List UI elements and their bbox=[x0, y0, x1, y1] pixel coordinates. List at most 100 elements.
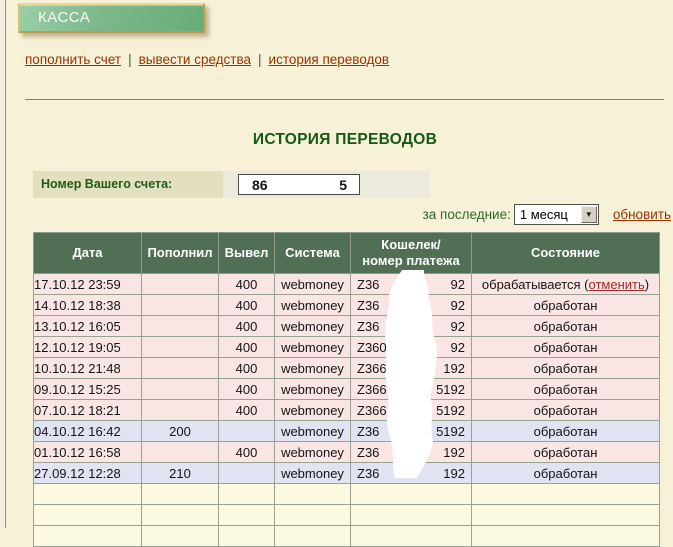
page-title: ИСТОРИЯ ПЕРЕВОДОВ bbox=[20, 131, 670, 149]
kassa-banner-title: КАССА bbox=[38, 9, 90, 26]
date-cell: 12.10.12 19:05 bbox=[34, 337, 142, 358]
status-cell: обработан bbox=[472, 442, 660, 463]
empty-cell bbox=[275, 505, 351, 526]
wallet-suffix: 192 bbox=[443, 361, 465, 376]
empty-cell bbox=[472, 505, 660, 526]
column-header-date: Дата bbox=[34, 233, 142, 274]
deposit-cell bbox=[142, 358, 219, 379]
transfer-history-table: Дата Пополнил Вывел Система Кошелек/ ном… bbox=[33, 232, 660, 547]
wallet-suffix: 92 bbox=[451, 277, 465, 292]
chevron-down-icon[interactable]: ▼ bbox=[581, 206, 597, 223]
status-cell: обработан bbox=[472, 379, 660, 400]
deposit-cell bbox=[142, 316, 219, 337]
empty-cell bbox=[275, 484, 351, 505]
horizontal-divider bbox=[25, 99, 664, 100]
table-row: 13.10.12 16:05400webmoneyZ3692обработан bbox=[34, 316, 660, 337]
empty-cell bbox=[34, 505, 142, 526]
wallet-suffix: 192 bbox=[443, 445, 465, 460]
status-cell: обработан bbox=[472, 358, 660, 379]
cancel-transfer-link[interactable]: отменить bbox=[589, 277, 645, 292]
empty-table-row bbox=[34, 526, 660, 547]
wallet-prefix: Z36 bbox=[357, 298, 379, 313]
date-cell: 09.10.12 15:25 bbox=[34, 379, 142, 400]
status-cell: обработан bbox=[472, 295, 660, 316]
wallet-cell: Z36 92 bbox=[351, 274, 472, 295]
table-row: 01.10.12 16:58400webmoneyZ36192обработан bbox=[34, 442, 660, 463]
column-header-deposit: Пополнил bbox=[142, 233, 219, 274]
system-cell: webmoney bbox=[275, 442, 351, 463]
status-cell: обработан bbox=[472, 316, 660, 337]
date-cell: 07.10.12 18:21 bbox=[34, 400, 142, 421]
withdraw-cell: 400 bbox=[219, 358, 275, 379]
account-number-field[interactable]: 86 5 bbox=[238, 174, 360, 195]
wallet-prefix: Z366 bbox=[357, 361, 387, 376]
status-cell: обработан bbox=[472, 337, 660, 358]
empty-cell bbox=[34, 484, 142, 505]
withdraw-cell: 400 bbox=[219, 337, 275, 358]
column-header-wallet: Кошелек/ номер платежа bbox=[351, 233, 472, 274]
wallet-suffix: 5192 bbox=[436, 403, 465, 418]
date-cell: 10.10.12 21:48 bbox=[34, 358, 142, 379]
nav-separator: | bbox=[258, 52, 262, 67]
history-table-body: 17.10.12 23:59400webmoneyZ3692обрабатыва… bbox=[34, 274, 660, 547]
table-row: 14.10.12 18:38400webmoneyZ3692обработан bbox=[34, 295, 660, 316]
deposit-cell: 200 bbox=[142, 421, 219, 442]
withdraw-cell: 400 bbox=[219, 400, 275, 421]
empty-cell bbox=[351, 505, 472, 526]
account-number-label: Номер Вашего счета: bbox=[33, 171, 223, 198]
date-cell: 01.10.12 16:58 bbox=[34, 442, 142, 463]
wallet-prefix: Z360 bbox=[357, 340, 387, 355]
account-number-suffix: 5 bbox=[339, 177, 347, 193]
system-cell: webmoney bbox=[275, 316, 351, 337]
nav-separator: | bbox=[128, 52, 132, 67]
status-cell: обработан bbox=[472, 463, 660, 484]
empty-cell bbox=[219, 526, 275, 547]
date-cell: 13.10.12 16:05 bbox=[34, 316, 142, 337]
top-navigation: пополнить счет | вывести средства | история … bbox=[25, 52, 389, 67]
wallet-suffix: 92 bbox=[451, 340, 465, 355]
empty-cell bbox=[34, 526, 142, 547]
system-cell: webmoney bbox=[275, 358, 351, 379]
period-select[interactable]: 1 месяц ▼ bbox=[514, 204, 599, 225]
period-select-value: 1 месяц bbox=[515, 207, 581, 222]
empty-cell bbox=[219, 484, 275, 505]
table-row: 07.10.12 18:21400webmoneyZ3665192обработ… bbox=[34, 400, 660, 421]
wallet-prefix: Z36 bbox=[357, 424, 379, 439]
deposit-cell bbox=[142, 400, 219, 421]
table-row: 10.10.12 21:48 400webmoney Z366 192 обработа… bbox=[34, 358, 660, 379]
system-cell: webmoney bbox=[275, 379, 351, 400]
wallet-prefix: Z36 bbox=[357, 319, 379, 334]
wallet-prefix: Z36 bbox=[357, 277, 379, 292]
withdraw-cell bbox=[219, 421, 275, 442]
nav-link-history[interactable]: история переводов bbox=[269, 52, 390, 67]
empty-cell bbox=[142, 526, 219, 547]
empty-cell bbox=[275, 526, 351, 547]
nav-link-topup[interactable]: пополнить счет bbox=[25, 52, 121, 67]
kassa-banner: КАССА bbox=[18, 3, 205, 33]
wallet-suffix: 5192 bbox=[436, 424, 465, 439]
wallet-cell: Z360 92 bbox=[351, 337, 472, 358]
withdraw-cell: 400 bbox=[219, 379, 275, 400]
wallet-prefix: Z36 bbox=[357, 445, 379, 460]
deposit-cell bbox=[142, 442, 219, 463]
empty-table-row bbox=[34, 505, 660, 526]
wallet-prefix: Z366 bbox=[357, 403, 387, 418]
date-cell: 17.10.12 23:59 bbox=[34, 274, 142, 295]
empty-cell bbox=[472, 526, 660, 547]
empty-cell bbox=[142, 505, 219, 526]
wallet-cell: Z3665192 bbox=[351, 379, 472, 400]
wallet-prefix: Z36 bbox=[357, 466, 379, 481]
refresh-link[interactable]: обновить bbox=[613, 207, 671, 222]
table-header-row: Дата Пополнил Вывел Система Кошелек/ ном… bbox=[34, 233, 660, 274]
empty-cell bbox=[142, 484, 219, 505]
nav-link-withdraw[interactable]: вывести средства bbox=[139, 52, 251, 67]
column-header-withdraw: Вывел bbox=[219, 233, 275, 274]
date-cell: 04.10.12 16:42 bbox=[34, 421, 142, 442]
table-row: 27.09.12 12:28210webmoneyZ36192обработан bbox=[34, 463, 660, 484]
wallet-suffix: 5192 bbox=[436, 382, 465, 397]
wallet-cell: Z366 192 bbox=[351, 358, 472, 379]
withdraw-cell: 400 bbox=[219, 295, 275, 316]
deposit-cell: 210 bbox=[142, 463, 219, 484]
withdraw-cell bbox=[219, 463, 275, 484]
wallet-cell: Z36 5192 bbox=[351, 421, 472, 442]
